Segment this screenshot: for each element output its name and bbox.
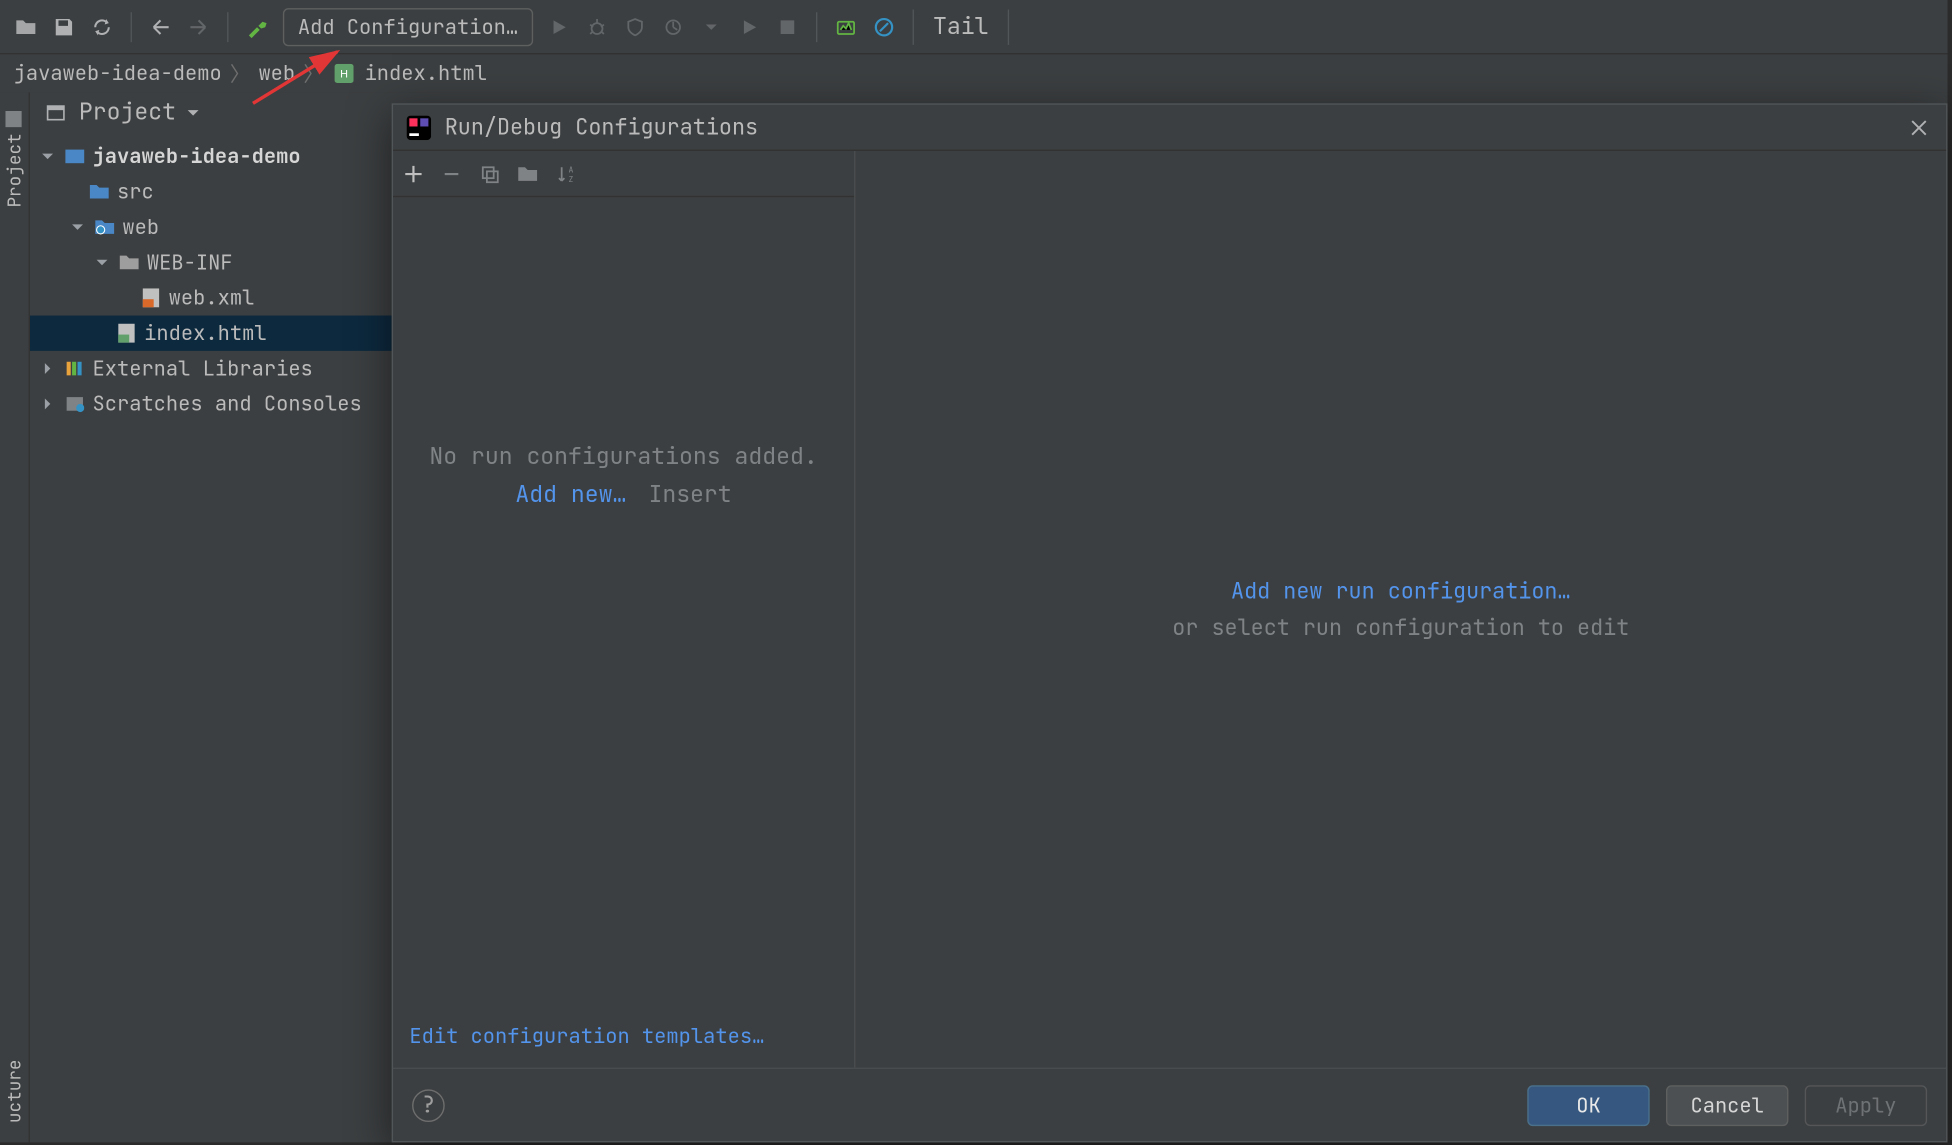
tree-label: web.xml [169,284,255,311]
empty-message: No run configurations added. [429,442,817,472]
breadcrumb-file[interactable]: index.html [365,60,487,87]
dialog-right-panel: Add new run configuration… or select run… [855,151,1946,1068]
html-file-icon: H [332,64,356,83]
main-toolbar: Add Configuration… Tail [0,0,1948,54]
run-icon[interactable] [541,9,576,44]
web-folder-icon [92,219,116,235]
tree-label: WEB-INF [147,249,233,276]
profile-icon[interactable] [656,9,691,44]
tail-label: Tail [933,12,989,42]
chevron-down-icon[interactable] [71,220,87,234]
chevron-right-icon[interactable] [41,362,57,376]
breadcrumb-separator: 〉 [303,59,323,88]
add-new-hint: Insert [648,480,731,510]
save-icon[interactable] [46,9,81,44]
add-configuration-button[interactable]: Add Configuration… [283,7,533,45]
dialog-left-empty: No run configurations added. Add new… In… [393,197,854,1005]
add-new-run-config-link[interactable]: Add new run configuration… [1231,577,1570,606]
breadcrumb-folder[interactable]: web [258,60,295,87]
tree-label: web [122,214,159,241]
breadcrumb: javaweb-idea-demo 〉 web 〉 H index.html [0,54,1948,92]
attach-icon[interactable] [828,9,863,44]
dialog-toolbar: AZ [393,151,854,197]
dialog-footer: ? OK Cancel Apply [393,1068,1946,1141]
right-sub-text: or select run configuration to edit [1172,613,1629,642]
libraries-icon [63,359,87,378]
tree-label: index.html [144,320,266,347]
dialog-titlebar: Run/Debug Configurations [393,105,1946,151]
project-tool-tab[interactable]: Project [3,101,26,219]
add-configuration-label: Add Configuration… [298,13,518,40]
run-debug-config-dialog: Run/Debug Configurations AZ No run confi… [392,103,1948,1142]
ok-label: OK [1576,1091,1601,1118]
svg-text:A: A [568,165,573,175]
scratches-icon [63,394,87,413]
copy-icon[interactable] [480,164,499,183]
chevron-down-icon[interactable] [95,256,111,270]
stop-icon[interactable] [770,9,805,44]
project-panel-title: Project [79,98,176,128]
debug-icon[interactable] [579,9,614,44]
dropdown-chevron-icon[interactable] [694,9,729,44]
build-hammer-icon[interactable] [239,9,274,44]
tree-label: Scratches and Consoles [92,390,361,417]
breadcrumb-root[interactable]: javaweb-idea-demo [14,60,222,87]
close-icon[interactable] [1905,116,1932,138]
tree-label: javaweb-idea-demo [92,143,300,170]
folder-icon [117,254,141,270]
back-icon[interactable] [143,9,178,44]
ok-button[interactable]: OK [1527,1085,1649,1126]
edit-templates-link[interactable]: Edit configuration templates… [409,1023,764,1050]
refresh-icon[interactable] [84,9,119,44]
add-icon[interactable] [404,164,423,183]
breadcrumb-separator: 〉 [230,59,250,88]
dialog-left-panel: AZ No run configurations added. Add new…… [393,151,855,1068]
chevron-down-icon[interactable] [41,150,57,164]
project-view-icon [44,103,68,122]
html-file-icon [114,324,138,343]
chevron-down-icon[interactable] [187,106,201,120]
tree-label: src [117,178,154,205]
module-icon [63,147,87,166]
folder-icon[interactable] [518,165,537,181]
apply-label: Apply [1835,1091,1896,1118]
xml-file-icon [139,288,163,307]
stop-circle-icon[interactable] [866,9,901,44]
cancel-button[interactable]: Cancel [1666,1085,1788,1126]
sort-icon[interactable]: AZ [556,164,575,183]
intellij-icon [407,115,431,139]
left-tool-rail: Project ucture [0,92,30,1142]
chevron-right-icon[interactable] [41,397,57,411]
tail-button[interactable]: Tail [913,9,1009,44]
add-new-link[interactable]: Add new… [515,480,626,510]
dialog-title: Run/Debug Configurations [445,113,758,142]
cancel-label: Cancel [1690,1091,1763,1118]
help-icon[interactable]: ? [412,1089,445,1122]
remove-icon[interactable] [442,164,461,183]
apply-button: Apply [1805,1085,1927,1126]
tree-label: External Libraries [92,355,312,382]
coverage-icon[interactable] [617,9,652,44]
structure-tool-tab[interactable]: ucture [3,1049,26,1134]
forward-icon[interactable] [181,9,216,44]
run2-icon[interactable] [732,9,767,44]
open-icon[interactable] [8,9,43,44]
folder-icon [87,184,111,200]
svg-text:Z: Z [568,175,573,183]
svg-text:H: H [340,69,348,81]
